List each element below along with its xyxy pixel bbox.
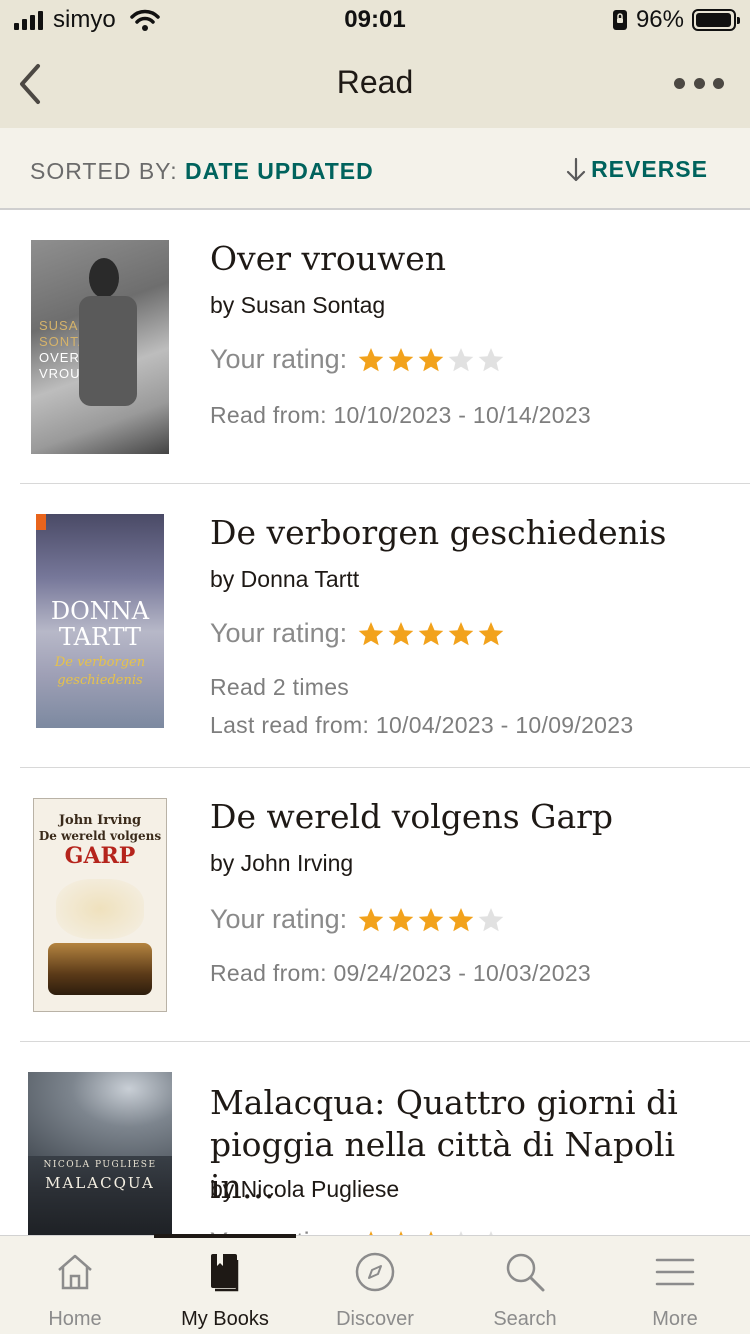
star-filled-icon[interactable] bbox=[387, 620, 415, 648]
tab-home[interactable]: Home bbox=[0, 1236, 150, 1334]
book-row[interactable]: SUSAN SONTAG OVER VROUWEN Over vrouwen b… bbox=[0, 210, 750, 484]
tab-label: Home bbox=[48, 1308, 102, 1330]
search-icon bbox=[506, 1253, 545, 1292]
book-cover[interactable]: DONNA TARTT De verborgen geschiedenis bbox=[36, 514, 164, 728]
tab-label: Discover bbox=[336, 1308, 414, 1330]
tab-my-books[interactable]: My Books bbox=[150, 1236, 300, 1334]
tab-label: Search bbox=[493, 1308, 557, 1330]
star-filled-icon[interactable] bbox=[417, 620, 445, 648]
arrow-down-icon bbox=[566, 157, 586, 181]
book-author[interactable]: by Nicola Pugliese bbox=[210, 1176, 399, 1203]
book-row[interactable]: NICOLA PUGLIESE MALACQUA Malacqua: Quatt… bbox=[0, 1042, 750, 1235]
nav-bar: Read bbox=[0, 40, 750, 128]
book-icon bbox=[211, 1254, 239, 1292]
tab-label: More bbox=[652, 1308, 698, 1330]
battery-fill bbox=[696, 13, 731, 27]
reverse-button[interactable]: REVERSE bbox=[565, 156, 708, 183]
star-filled-icon[interactable] bbox=[357, 346, 385, 374]
sort-bar: SORTED BY: DATE UPDATED REVERSE bbox=[0, 128, 750, 210]
star-rating[interactable] bbox=[357, 620, 505, 648]
status-bar: simyo 09:01 96% bbox=[0, 0, 750, 40]
rating-label: Your rating: bbox=[210, 618, 348, 648]
read-dates: Read from: 09/24/2023 - 10/03/2023 bbox=[210, 960, 592, 986]
rating-label: Your rating: bbox=[210, 344, 348, 374]
compass-icon bbox=[355, 1252, 395, 1292]
book-cover[interactable]: John Irving De wereld volgens GARP bbox=[33, 798, 167, 1012]
star-filled-icon[interactable] bbox=[477, 620, 505, 648]
rating-row: Your rating: bbox=[210, 904, 505, 935]
star-filled-icon[interactable] bbox=[387, 346, 415, 374]
tab-discover[interactable]: Discover bbox=[300, 1236, 450, 1334]
star-filled-icon[interactable] bbox=[417, 346, 445, 374]
book-list: SUSAN SONTAG OVER VROUWEN Over vrouwen b… bbox=[0, 210, 750, 1235]
tab-label: My Books bbox=[181, 1308, 269, 1330]
star-filled-icon[interactable] bbox=[447, 906, 475, 934]
menu-icon bbox=[655, 1258, 695, 1286]
book-cover[interactable]: NICOLA PUGLIESE MALACQUA bbox=[28, 1072, 172, 1235]
star-filled-icon[interactable] bbox=[387, 906, 415, 934]
book-cover[interactable]: SUSAN SONTAG OVER VROUWEN bbox=[31, 240, 169, 454]
publisher-logo bbox=[36, 514, 46, 530]
star-rating[interactable] bbox=[357, 906, 505, 934]
more-options-button[interactable] bbox=[674, 70, 724, 96]
page-title: Read bbox=[336, 64, 414, 100]
star-filled-icon[interactable] bbox=[357, 906, 385, 934]
book-author[interactable]: by Donna Tartt bbox=[210, 566, 359, 593]
book-author[interactable]: by Susan Sontag bbox=[210, 292, 385, 319]
status-right: 96% bbox=[612, 6, 740, 34]
star-filled-icon[interactable] bbox=[447, 620, 475, 648]
book-row[interactable]: DONNA TARTT De verborgen geschiedenis De… bbox=[0, 484, 750, 768]
star-empty-icon[interactable] bbox=[477, 346, 505, 374]
read-dates: Last read from: 10/04/2023 - 10/09/2023 bbox=[210, 712, 634, 738]
book-title[interactable]: Over vrouwen bbox=[210, 238, 730, 280]
tab-bar: Home My Books Discover Search More bbox=[0, 1234, 750, 1334]
typewriter-illustration bbox=[48, 943, 152, 995]
tab-search[interactable]: Search bbox=[450, 1236, 600, 1334]
cover-figure bbox=[89, 258, 119, 298]
star-empty-icon[interactable] bbox=[447, 346, 475, 374]
star-empty-icon[interactable] bbox=[477, 906, 505, 934]
rating-row: Your rating: bbox=[210, 344, 505, 375]
star-rating[interactable] bbox=[357, 346, 505, 374]
book-author[interactable]: by John Irving bbox=[210, 850, 353, 877]
book-row[interactable]: John Irving De wereld volgens GARP De we… bbox=[0, 768, 750, 1042]
read-count: Read 2 times bbox=[210, 674, 350, 700]
sort-value-button[interactable]: DATE UPDATED bbox=[185, 158, 374, 185]
star-filled-icon[interactable] bbox=[417, 906, 445, 934]
home-icon bbox=[58, 1254, 92, 1290]
battery-percent: 96% bbox=[635, 6, 684, 33]
ellipsis-icon bbox=[674, 77, 685, 89]
tab-more[interactable]: More bbox=[600, 1236, 750, 1334]
rating-label: Your rating: bbox=[210, 904, 348, 934]
star-filled-icon[interactable] bbox=[357, 620, 385, 648]
sort-label: SORTED BY: bbox=[30, 158, 178, 184]
read-dates: Read from: 10/10/2023 - 10/14/2023 bbox=[210, 402, 592, 428]
battery-icon bbox=[692, 9, 740, 31]
reverse-label: REVERSE bbox=[591, 156, 708, 182]
rating-row: Your rating: bbox=[210, 618, 505, 649]
book-title[interactable]: De wereld volgens Garp bbox=[210, 796, 730, 838]
book-title[interactable]: De verborgen geschiedenis bbox=[210, 512, 730, 554]
orientation-lock-icon bbox=[612, 10, 627, 30]
